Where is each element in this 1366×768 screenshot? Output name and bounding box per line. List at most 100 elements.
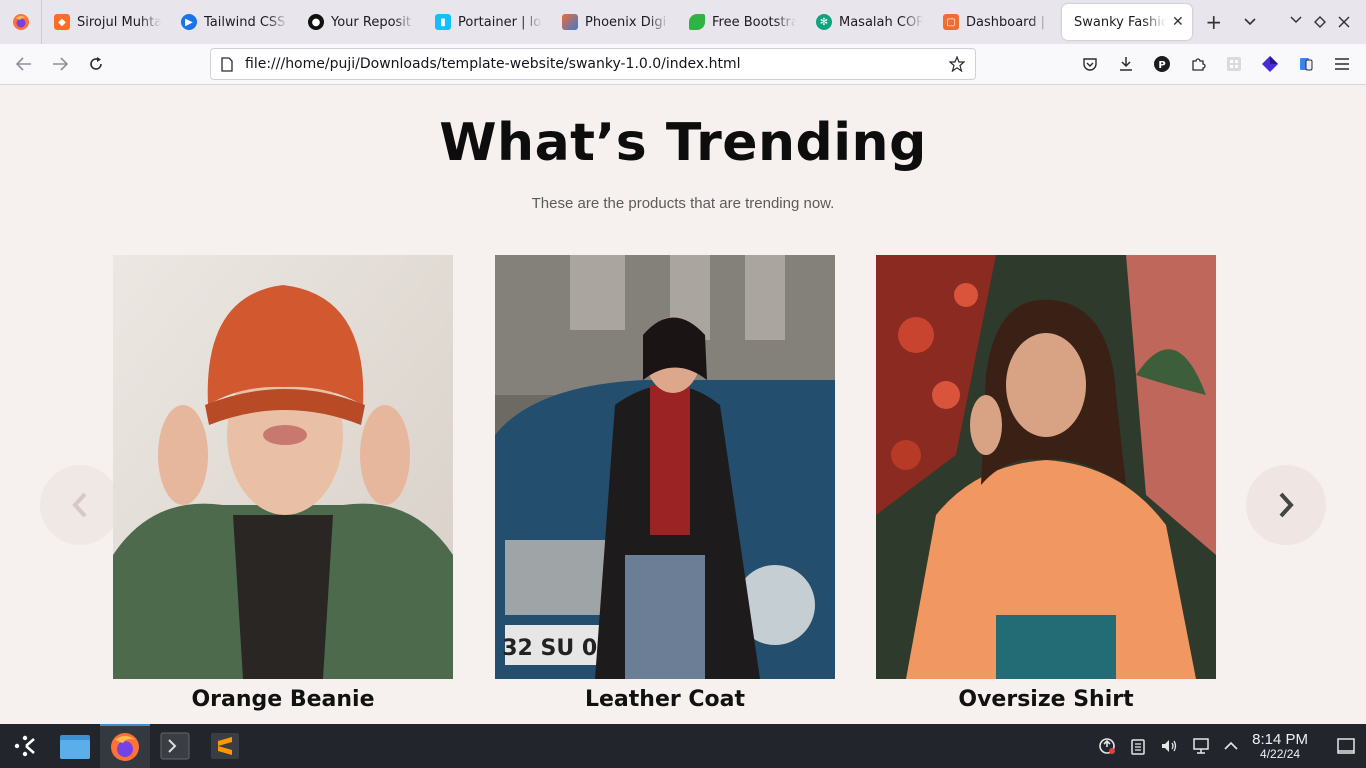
tab-swanky-active[interactable]: Swanky Fashio ✕ xyxy=(1062,4,1192,40)
tab-sirojul[interactable]: ◆ Sirojul Muhta xyxy=(42,0,169,44)
tab-github[interactable]: ● Your Reposit xyxy=(296,0,423,44)
clipboard-icon[interactable] xyxy=(1130,737,1146,755)
folder-icon xyxy=(60,735,90,759)
volume-icon[interactable] xyxy=(1160,737,1178,755)
product-image[interactable] xyxy=(876,255,1216,679)
address-bar[interactable]: file:///home/puji/Downloads/template-web… xyxy=(210,48,976,80)
chatgpt-icon: ✻ xyxy=(816,14,832,30)
portainer-icon: ▮ xyxy=(435,14,451,30)
taskbar-firefox[interactable] xyxy=(100,724,150,768)
new-tab-button[interactable]: + xyxy=(1196,4,1232,40)
back-button[interactable] xyxy=(6,48,42,80)
tab-masalah[interactable]: ✻ Masalah COR xyxy=(804,0,931,44)
plus-icon: + xyxy=(1205,10,1223,34)
tab-title: Free Bootstra xyxy=(712,14,796,30)
device-icon xyxy=(1300,58,1313,71)
extensions-button[interactable] xyxy=(1182,48,1214,80)
url-text[interactable]: file:///home/puji/Downloads/template-web… xyxy=(245,56,741,72)
app-launcher-button[interactable] xyxy=(0,724,50,768)
reload-button[interactable] xyxy=(78,48,114,80)
pocket-button[interactable] xyxy=(1074,48,1106,80)
grid-icon xyxy=(1227,57,1241,71)
diamond-icon xyxy=(1262,56,1278,72)
tab-title: Masalah COR xyxy=(839,14,923,30)
close-tab-icon[interactable]: ✕ xyxy=(1172,14,1184,30)
account-button[interactable]: P xyxy=(1146,48,1178,80)
product-name[interactable]: Leather Coat xyxy=(495,687,835,712)
gitlab-icon: ◆ xyxy=(54,14,70,30)
product-image[interactable] xyxy=(113,255,453,679)
taskbar-file-manager[interactable] xyxy=(50,724,100,768)
downloads-button[interactable] xyxy=(1110,48,1142,80)
firefox-icon xyxy=(12,14,29,30)
dashboard-icon: ▢ xyxy=(943,14,959,30)
extension-device-button[interactable] xyxy=(1290,48,1322,80)
tab-phoenix[interactable]: Phoenix Digi xyxy=(550,0,677,44)
bookmark-star-icon[interactable] xyxy=(949,56,965,72)
carousel-prev-button[interactable] xyxy=(40,465,120,545)
product-name[interactable]: Oversize Shirt xyxy=(876,687,1216,712)
phoenix-icon xyxy=(562,14,578,30)
tab-title: Portainer | lo xyxy=(458,14,542,30)
taskbar-sublime-text[interactable] xyxy=(200,724,250,768)
maximize-icon[interactable] xyxy=(1314,16,1326,28)
list-all-tabs-button[interactable] xyxy=(1232,4,1268,40)
clock[interactable]: 8:14 PM 4/22/24 xyxy=(1252,732,1308,760)
download-icon xyxy=(1120,57,1132,71)
tab-title: Phoenix Digi xyxy=(585,14,667,30)
launcher-icon xyxy=(14,735,35,757)
page-content: What’s Trending These are the products t… xyxy=(0,85,1366,724)
firefox-view-button[interactable] xyxy=(0,0,42,44)
leather-coat-photo: 32 SU 060 xyxy=(495,255,835,679)
close-window-icon[interactable] xyxy=(1338,16,1350,28)
tab-title: Swanky Fashio xyxy=(1074,14,1166,30)
product-card[interactable]: Oversize Shirt xyxy=(876,255,1216,712)
orange-beanie-photo xyxy=(113,255,453,679)
profile-p-icon: P xyxy=(1154,56,1170,72)
chevron-right-icon xyxy=(1279,492,1294,518)
tab-title: Tailwind CSS xyxy=(204,14,286,30)
network-icon[interactable] xyxy=(1192,737,1210,755)
chevron-down-icon xyxy=(1244,18,1256,26)
terminal-icon xyxy=(160,732,190,760)
tab-title: Your Reposit xyxy=(331,14,412,30)
product-name[interactable]: Orange Beanie xyxy=(113,687,453,712)
chevron-left-icon xyxy=(72,492,87,518)
menu-button[interactable] xyxy=(1326,48,1358,80)
play-icon: ▶ xyxy=(181,14,197,30)
arrow-left-icon xyxy=(16,57,31,71)
clock-time: 8:14 PM xyxy=(1252,730,1308,748)
oversize-shirt-photo xyxy=(876,255,1216,679)
forward-button[interactable] xyxy=(42,48,78,80)
carousel-next-button[interactable] xyxy=(1246,465,1326,545)
leaf-icon xyxy=(689,14,705,30)
update-notifier-icon[interactable] xyxy=(1098,737,1116,755)
product-card[interactable]: 32 SU 060 Leather Coat xyxy=(495,255,835,712)
chevron-up-icon[interactable] xyxy=(1224,741,1238,751)
section-subheading: These are the products that are trending… xyxy=(531,195,835,212)
tab-tailwind[interactable]: ▶ Tailwind CSS xyxy=(169,0,296,44)
window-controls xyxy=(1290,16,1366,28)
hamburger-menu-icon xyxy=(1335,58,1349,70)
page-icon xyxy=(221,56,233,72)
tab-portainer[interactable]: ▮ Portainer | lo xyxy=(423,0,550,44)
github-icon: ● xyxy=(308,14,324,30)
minimize-icon[interactable] xyxy=(1290,16,1302,24)
show-desktop-icon[interactable] xyxy=(1336,737,1356,755)
svg-text:P: P xyxy=(1158,60,1165,71)
product-card[interactable]: Orange Beanie xyxy=(113,255,453,712)
taskbar-terminal[interactable] xyxy=(150,724,200,768)
tab-bootstrap[interactable]: Free Bootstra xyxy=(677,0,804,44)
reload-icon xyxy=(90,57,102,70)
navigation-toolbar: file:///home/puji/Downloads/template-web… xyxy=(0,44,1366,85)
sublime-icon xyxy=(211,733,239,759)
firefox-icon xyxy=(111,733,139,761)
extension-grid-button[interactable] xyxy=(1218,48,1250,80)
tab-dashboard[interactable]: ▢ Dashboard | xyxy=(931,0,1058,44)
taskbar: 8:14 PM 4/22/24 xyxy=(0,724,1366,768)
tab-title: Dashboard | xyxy=(966,14,1046,30)
system-tray: 8:14 PM 4/22/24 xyxy=(1098,732,1366,760)
extension-diamond-button[interactable] xyxy=(1254,48,1286,80)
product-image[interactable]: 32 SU 060 xyxy=(495,255,835,679)
clock-date: 4/22/24 xyxy=(1260,746,1301,761)
